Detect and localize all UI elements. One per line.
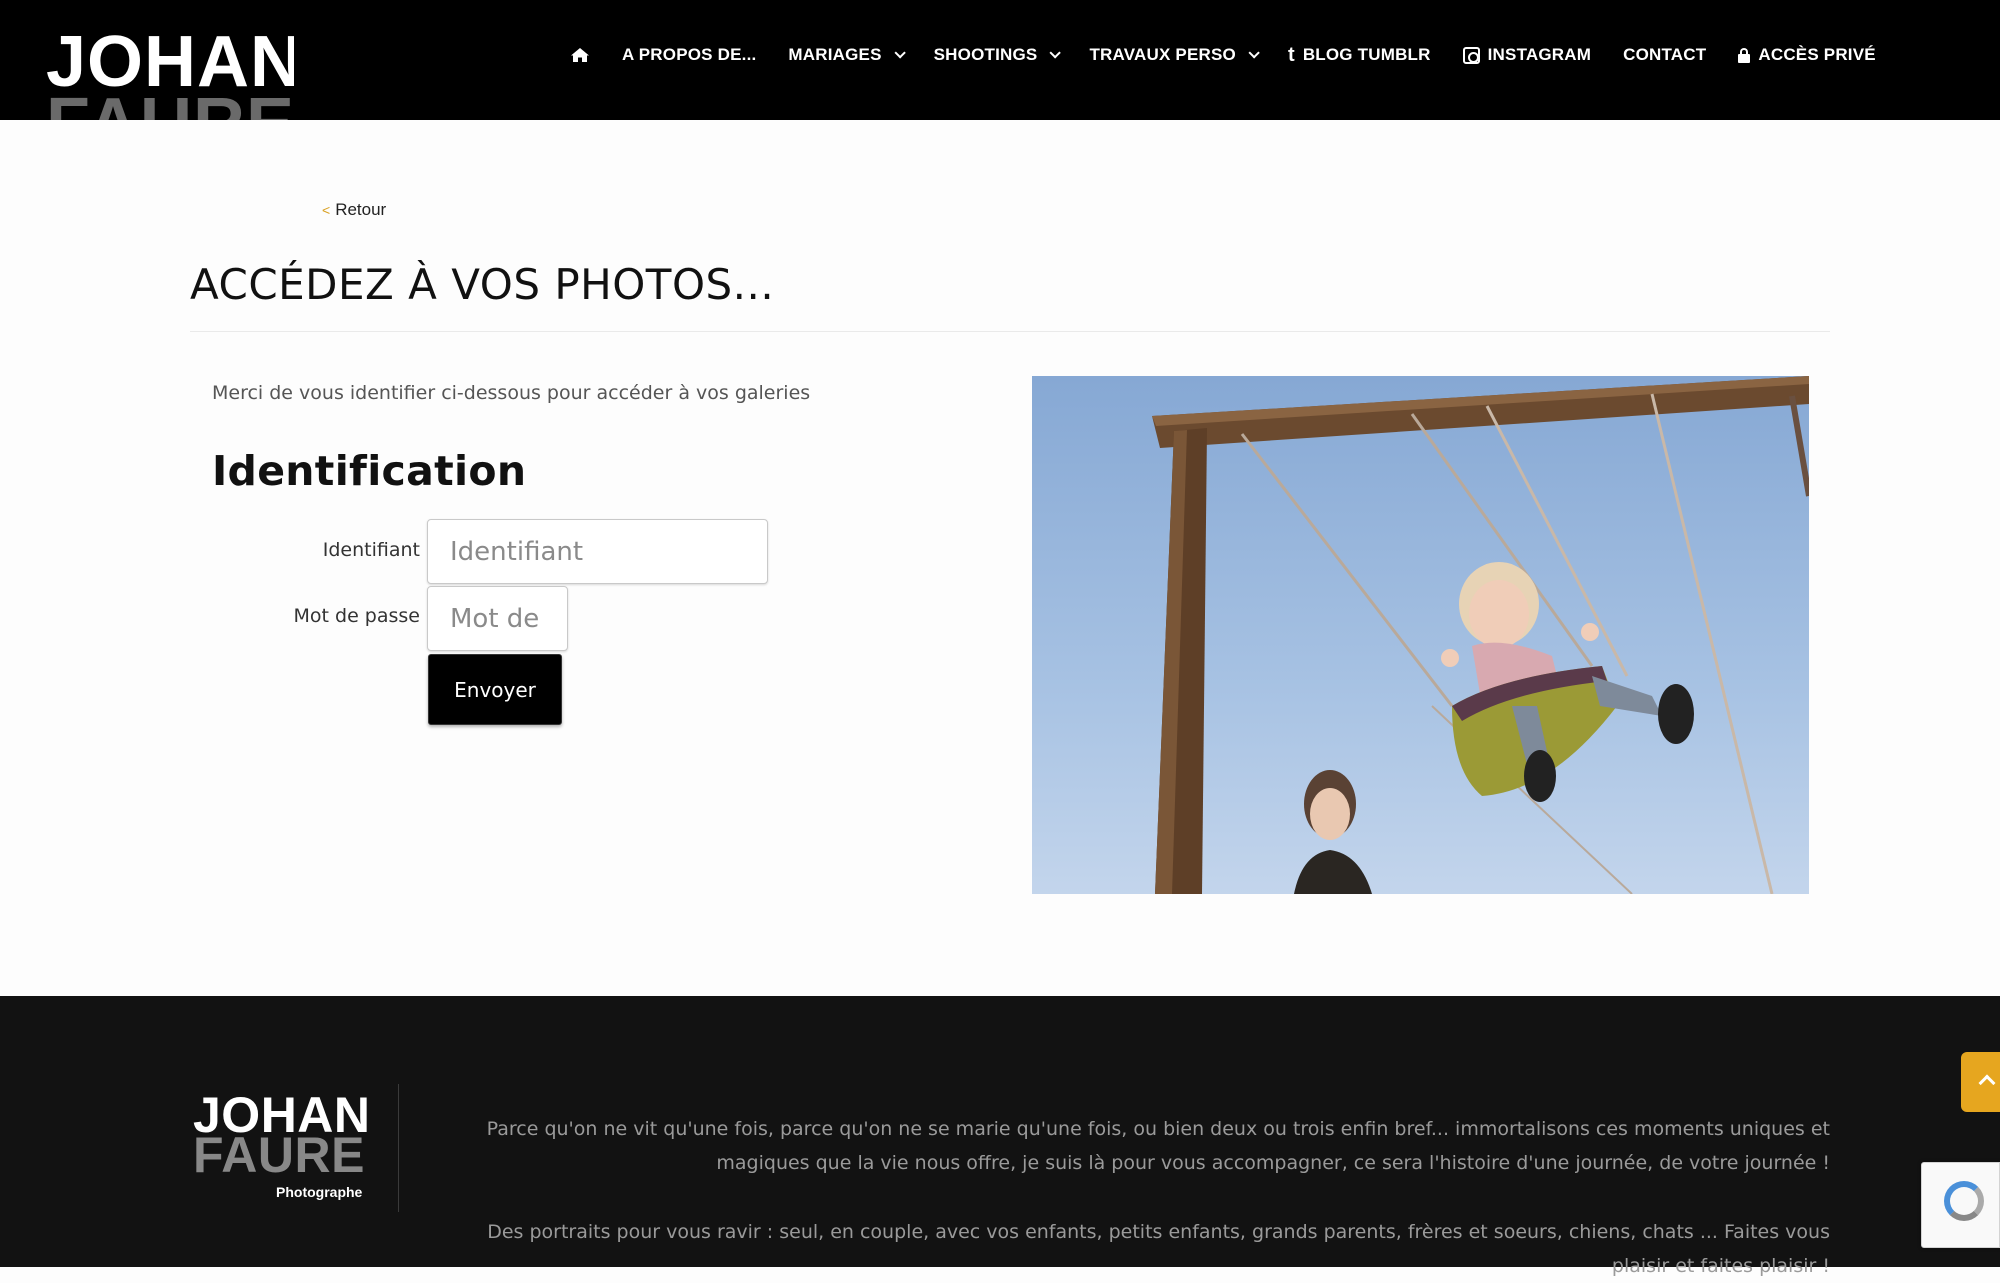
footer-logo-line-2: FAURE	[193, 1127, 365, 1183]
nav-label: A PROPOS DE...	[622, 45, 757, 64]
nav-label: ACCÈS PRIVÉ	[1758, 45, 1876, 64]
nav-label: BLOG TUMBLR	[1302, 45, 1431, 64]
logo-line-2: FAURE	[46, 88, 294, 120]
username-label: Identifiant	[322, 539, 420, 561]
password-label: Mot de passe	[293, 605, 421, 627]
nav-blog-tumblr[interactable]: t BLOG TUMBLR	[1288, 45, 1431, 65]
home-icon	[570, 47, 590, 63]
chevron-down-icon	[1248, 47, 1260, 59]
title-divider	[190, 331, 1830, 332]
recaptcha-badge[interactable]	[1921, 1162, 2000, 1248]
password-input[interactable]	[427, 586, 568, 651]
footer-text-weddings: Parce qu'on ne vit qu'une fois, parce qu…	[486, 1118, 1830, 1174]
chevron-up-icon	[1978, 1074, 1996, 1092]
submit-button[interactable]: Envoyer	[428, 654, 562, 725]
nav-label: INSTAGRAM	[1487, 45, 1592, 64]
site-header: JOHAN FAURE A PROPOS DE... MARIAGES SHOO…	[0, 0, 2000, 120]
form-heading: Identification	[212, 447, 527, 495]
nav-instagram[interactable]: INSTAGRAM	[1462, 45, 1592, 65]
swing-photo	[1032, 376, 1809, 894]
intro-text: Merci de vous identifier ci-dessous pour…	[212, 382, 811, 404]
back-label: Retour	[335, 200, 387, 219]
nav-label: TRAVAUX PERSO	[1089, 45, 1236, 64]
instagram-icon	[1462, 46, 1480, 64]
nav-acces-prive[interactable]: ACCÈS PRIVÉ	[1738, 45, 1876, 65]
page-title: ACCÉDEZ À VOS PHOTOS...	[190, 260, 775, 309]
nav-label: CONTACT	[1623, 45, 1707, 64]
chevron-down-icon	[1049, 47, 1062, 59]
tumblr-icon: t	[1287, 44, 1295, 66]
nav-travaux-perso[interactable]: TRAVAUX PERSO	[1089, 45, 1260, 65]
nav-contact[interactable]: CONTACT	[1623, 45, 1706, 65]
back-arrow-icon: <	[322, 202, 331, 218]
main-nav: A PROPOS DE... MARIAGES SHOOTINGS TRAVAU…	[570, 40, 1876, 70]
lock-icon	[1738, 48, 1751, 63]
nav-label: MARIAGES	[788, 45, 882, 64]
footer-divider	[398, 1084, 399, 1212]
footer-logo[interactable]: JOHAN FAURE Photographe	[193, 1090, 373, 1200]
chevron-down-icon	[894, 47, 906, 59]
nav-label: SHOOTINGS	[933, 45, 1038, 64]
back-link[interactable]: < Retour	[322, 200, 386, 220]
nav-home[interactable]	[570, 47, 590, 63]
recaptcha-icon	[1944, 1181, 1984, 1221]
nav-a-propos[interactable]: A PROPOS DE...	[622, 45, 756, 65]
scroll-to-top-button[interactable]	[1961, 1052, 2000, 1112]
username-input[interactable]	[427, 519, 768, 584]
footer-logo-line-3: Photographe	[276, 1184, 363, 1200]
nav-mariages[interactable]: MARIAGES	[788, 45, 906, 65]
footer-text-portraits: Des portraits pour vous ravir : seul, en…	[487, 1221, 1830, 1277]
nav-shootings[interactable]: SHOOTINGS	[933, 45, 1062, 65]
site-logo[interactable]: JOHAN FAURE	[44, 18, 294, 120]
